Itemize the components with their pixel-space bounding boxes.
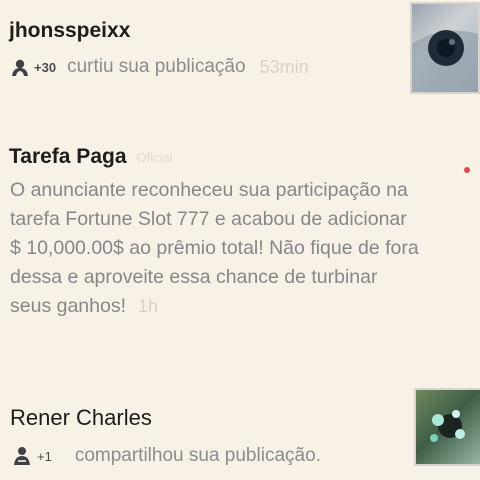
post-thumbnail[interactable]: [414, 388, 480, 466]
notification-username[interactable]: jhonsspeixx: [9, 19, 130, 43]
notification-share[interactable]: Rener Charles +1 compartilhou sua public…: [0, 380, 480, 480]
notification-action: compartilhou sua publicação.: [74, 445, 321, 466]
notification-title: Tarefa Paga Oficial: [9, 145, 173, 169]
official-badge: Oficial: [136, 149, 173, 165]
notification-time: 1h: [138, 296, 159, 316]
notification-official[interactable]: Tarefa Paga Oficial O anunciante reconhe…: [0, 100, 480, 380]
notification-time: 53min: [259, 56, 309, 77]
share-user-icon: [12, 445, 34, 467]
like-count: +30: [34, 59, 57, 75]
post-thumbnail[interactable]: [410, 2, 480, 94]
notification-action: curtiu sua publicação: [67, 56, 246, 77]
users-group-icon: [9, 57, 31, 77]
notification-username[interactable]: Rener Charles: [10, 405, 152, 431]
share-count: +1: [37, 448, 52, 464]
notification-message-block: O anunciante reconheceu sua participação…: [10, 176, 420, 321]
notification-message: O anunciante reconheceu sua participação…: [10, 179, 419, 317]
unread-dot: [464, 167, 470, 173]
notification-title-text: Tarefa Paga: [9, 145, 127, 168]
notification-like[interactable]: jhonsspeixx +30 curtiu sua publicação 53…: [0, 0, 480, 100]
